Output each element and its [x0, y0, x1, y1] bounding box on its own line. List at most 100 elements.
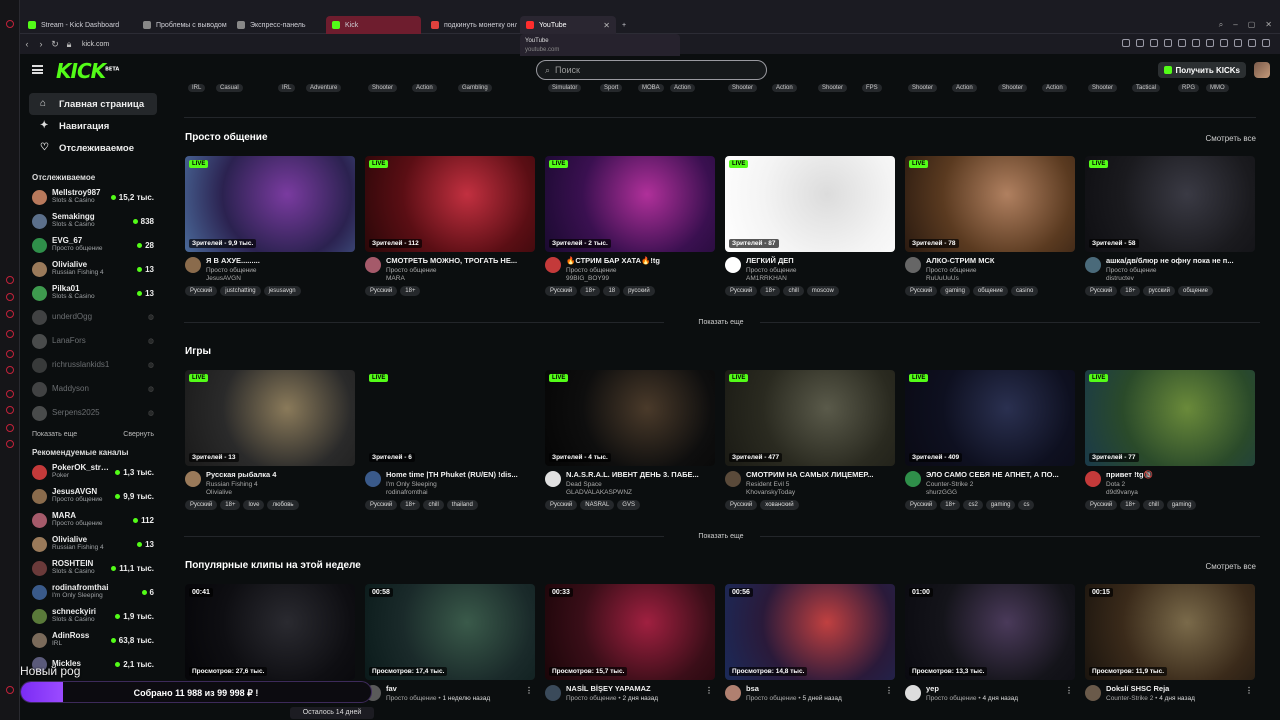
stream-card[interactable]: 00:56 Просмотров: 14,8 тыс. bsa Просто обще… — [725, 584, 895, 702]
tag[interactable]: хованский — [760, 500, 799, 510]
streamer-name[interactable]: MARA — [386, 275, 535, 282]
back-icon[interactable]: ‹ — [20, 39, 34, 49]
channel-avatar[interactable] — [545, 257, 561, 273]
stream-card[interactable]: LIVE Зрителей - 6 Home time |TH Phuket (RU… — [365, 370, 535, 510]
stream-card[interactable]: LIVE Зрителей - 9,9 тыс. Я В АХУЕ.........… — [185, 156, 355, 296]
stream-title[interactable]: Home time |TH Phuket (RU/EN) !dis... — [386, 470, 535, 479]
thumbnail[interactable]: 00:33 Просмотров: 15,7 тыс. — [545, 584, 715, 680]
see-all-link[interactable]: Смотреть все — [1205, 134, 1256, 143]
camera-icon[interactable] — [1178, 39, 1186, 47]
tiktok-icon[interactable] — [6, 350, 14, 358]
tag[interactable]: русский — [1143, 286, 1175, 296]
streamer-name[interactable]: GLADVALAKASPWNZ — [566, 489, 715, 496]
tag[interactable]: общение — [972, 286, 1008, 296]
stream-card[interactable]: LIVE Зрителей - 4 тыс. N.A.S.R.A.L. ИВЕНТ … — [545, 370, 715, 510]
thumbnail[interactable]: LIVE Зрителей - 87 — [725, 156, 895, 252]
category-tag[interactable]: Tactical — [1132, 84, 1161, 92]
streamer-name[interactable]: distructev — [1106, 275, 1255, 282]
clock-icon[interactable] — [6, 406, 14, 414]
category-tag[interactable]: FPS — [862, 84, 882, 92]
thumbnail[interactable]: LIVE Зрителей - 4 тыс. — [545, 370, 715, 466]
sidebar-nav-item[interactable]: ♡ Отслеживаемое — [29, 137, 157, 159]
category-tag[interactable]: Action — [412, 84, 437, 92]
sidebar-channel[interactable]: Olivialive Russian Fishing 4 13 — [20, 257, 166, 281]
tag[interactable]: gaming — [985, 500, 1016, 510]
stream-title[interactable]: ЭЛО САМО СЕБЯ НЕ АПНЕТ, А ПО... — [926, 470, 1075, 479]
more-options-icon[interactable]: ⋮ — [705, 686, 713, 695]
stream-category[interactable]: Просто общение — [926, 267, 1075, 274]
category-tag[interactable]: Casual — [216, 84, 243, 92]
zoom-icon[interactable] — [1122, 39, 1130, 47]
stream-category[interactable]: Counter-Strike 2 — [926, 481, 1075, 488]
tag[interactable]: общение — [1177, 286, 1213, 296]
new-tab-icon[interactable]: + — [616, 16, 632, 34]
stream-card[interactable]: 00:41 Просмотров: 27,6 тыс. — [185, 584, 355, 680]
stream-category[interactable]: Просто общение — [386, 267, 535, 274]
category-tag[interactable]: Action — [1042, 84, 1067, 92]
history-icon[interactable] — [6, 390, 14, 398]
stream-title[interactable]: СМОТРИМ НА САМЫХ ЛИЦЕМЕР... — [746, 470, 895, 479]
show-more-followed-button[interactable]: Показать еще — [32, 431, 77, 438]
category-tag[interactable]: Shooter — [908, 84, 938, 92]
stream-category[interactable]: Dota 2 — [1106, 481, 1255, 488]
stream-category[interactable]: Просто общение — [566, 267, 715, 274]
tag[interactable]: chill — [1143, 500, 1164, 510]
tag[interactable]: 18+ — [1120, 286, 1141, 296]
tag[interactable]: Русский — [1085, 500, 1118, 510]
close-window-icon[interactable]: ✕ — [1265, 20, 1272, 30]
streamer-name[interactable]: d9d9vanya — [1106, 489, 1255, 496]
stream-title[interactable]: 🔥СТРИМ БАР ХАТА🔥!tg — [566, 256, 715, 265]
see-all-link[interactable]: Смотреть все — [1205, 562, 1256, 571]
streamer-name[interactable]: Olivialive — [206, 489, 355, 496]
stream-title[interactable]: Dokslí SHSC Reja — [1106, 684, 1255, 693]
kick-logo[interactable]: KICKBETA — [56, 59, 119, 83]
thumbnail[interactable]: 00:41 Просмотров: 27,6 тыс. — [185, 584, 355, 680]
tag[interactable]: Русский — [725, 500, 758, 510]
channel-avatar[interactable] — [905, 471, 921, 487]
channel-avatar[interactable] — [545, 471, 561, 487]
channel-avatar[interactable] — [905, 685, 921, 701]
stream-title[interactable]: привет !tg🔞 — [1106, 470, 1255, 479]
channel-avatar[interactable] — [725, 471, 741, 487]
thumbnail[interactable]: 00:58 Просмотров: 17,4 тыс. — [365, 584, 535, 680]
sidebar-channel[interactable]: ROSHTEIN Slots & Casino 11,1 тыс. — [20, 556, 166, 580]
stream-title[interactable]: yep — [926, 684, 1075, 693]
thumbnail[interactable]: LIVE Зрителей - 477 — [725, 370, 895, 466]
forward-icon[interactable]: › — [34, 39, 48, 49]
tag[interactable]: gaming — [940, 286, 970, 296]
tag[interactable]: NASRAL — [580, 500, 615, 510]
sidebar-channel[interactable]: underdOgg ◍ — [20, 305, 166, 329]
thumbnail[interactable]: LIVE Зрителей - 6 — [365, 370, 535, 466]
stream-title[interactable]: Русская рыбалка 4 — [206, 470, 355, 479]
category-tag[interactable]: Shooter — [368, 84, 398, 92]
browser-tab[interactable]: Экспресс-панель — [231, 16, 321, 34]
tag[interactable]: chill — [423, 500, 444, 510]
translate-icon[interactable] — [1136, 39, 1144, 47]
category-tag[interactable]: Gambling — [458, 84, 492, 92]
tag[interactable]: Русский — [905, 286, 938, 296]
collapse-button[interactable]: Свернуть — [123, 431, 154, 438]
tag[interactable]: 18 — [603, 286, 621, 296]
thumbnail[interactable]: 00:15 Просмотров: 11,9 тыс. — [1085, 584, 1255, 680]
stream-category[interactable]: Resident Evil 5 — [746, 481, 895, 488]
category-tag[interactable]: Action — [670, 84, 695, 92]
sidebar-channel[interactable]: Serpens2025 ◍ — [20, 401, 166, 425]
close-tab-icon[interactable]: ✕ — [603, 21, 610, 30]
tag[interactable]: Русский — [1085, 286, 1118, 296]
get-kicks-button[interactable]: Получить KICKs — [1157, 62, 1246, 78]
stream-category[interactable]: Russian Fishing 4 — [206, 481, 355, 488]
sidebar-channel[interactable]: Maddyson ◍ — [20, 377, 166, 401]
streamer-name[interactable]: JesusAVGN — [206, 275, 355, 282]
category-tag[interactable]: IRL — [188, 84, 206, 92]
tag[interactable]: Русский — [365, 286, 398, 296]
download-icon[interactable] — [1220, 39, 1228, 47]
category-tag[interactable]: Action — [772, 84, 797, 92]
tag[interactable]: chill — [783, 286, 804, 296]
settings-icon[interactable] — [6, 440, 14, 448]
reload-icon[interactable]: ↻ — [48, 39, 62, 50]
streamer-name[interactable]: 99BIG_BOY99 — [566, 275, 715, 282]
streamer-name[interactable]: rodinafromthai — [386, 489, 535, 496]
stream-title[interactable]: NASİL BİŞEY YAPAMAZ — [566, 684, 715, 693]
thumbnail[interactable]: LIVE Зрителей - 409 — [905, 370, 1075, 466]
shopping-icon[interactable] — [6, 293, 14, 301]
